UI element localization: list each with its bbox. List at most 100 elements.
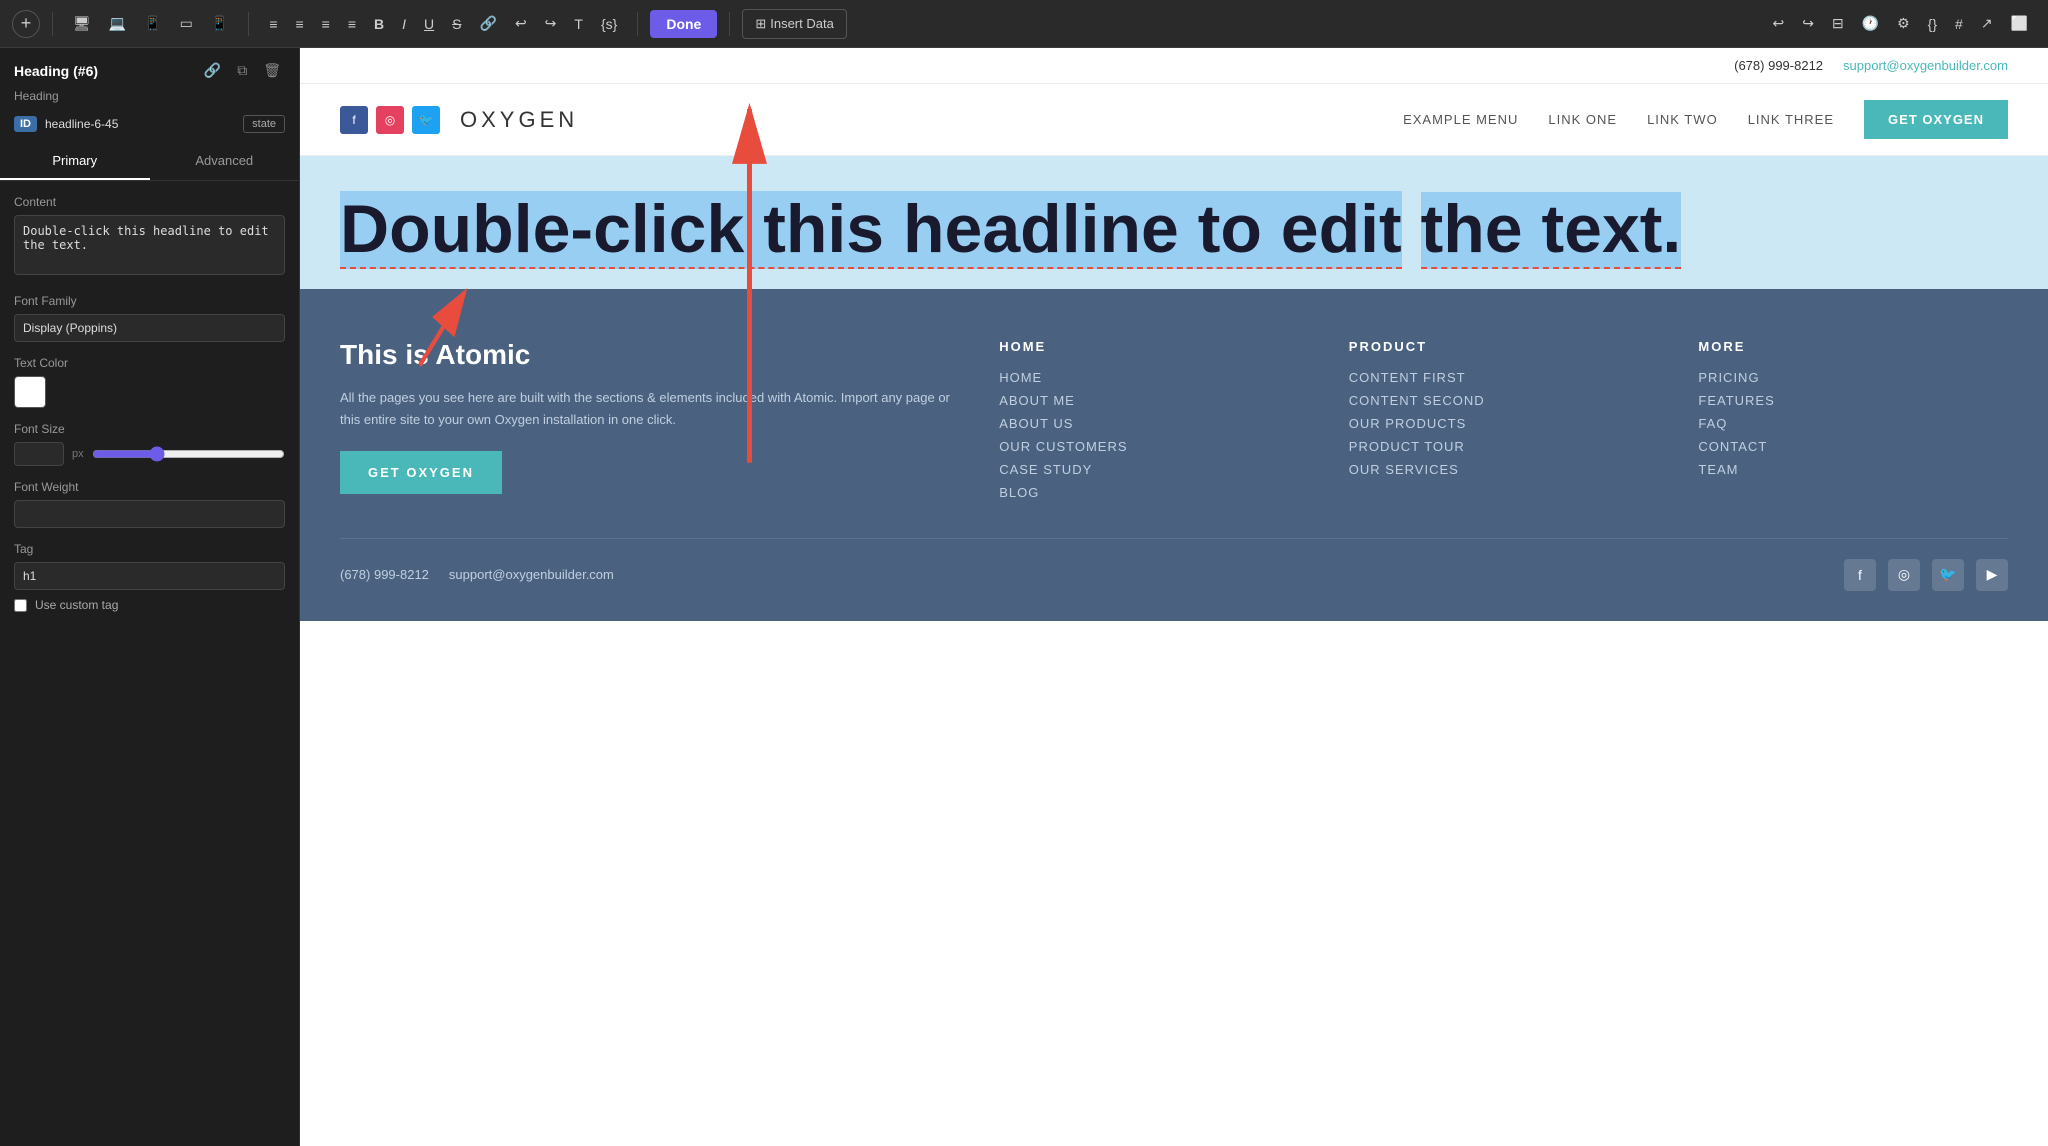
font-family-label: Font Family — [14, 294, 285, 308]
font-weight-label: Font Weight — [14, 480, 285, 494]
font-family-select[interactable]: Display (Poppins) — [14, 314, 285, 342]
footer-home-link-4[interactable]: OUR CUSTOMERS — [999, 439, 1309, 454]
nav-cta-button[interactable]: GET OXYGEN — [1864, 100, 2008, 139]
mobile-view-button[interactable]: 📱 — [203, 9, 236, 38]
link-icon[interactable]: 🔗 — [200, 58, 225, 83]
settings-button[interactable]: ⚙ — [1889, 9, 1918, 38]
underline-button[interactable]: U — [416, 10, 442, 38]
footer-product-link-1[interactable]: CONTENT FIRST — [1349, 370, 1659, 385]
footer-twitter-icon[interactable]: 🐦 — [1932, 559, 1964, 591]
footer-home-link-3[interactable]: ABOUT US — [999, 416, 1309, 431]
panel-content: Content Double-click this headline to ed… — [0, 181, 299, 1146]
instagram-nav-icon[interactable]: ◎ — [376, 106, 404, 134]
clock-button[interactable]: 🕐 — [1854, 9, 1887, 38]
panel-title: Heading (#6) — [14, 63, 98, 79]
align-left-button[interactable]: ≡ — [261, 10, 285, 38]
tag-label: Tag — [14, 542, 285, 556]
topbar-email: support@oxygenbuilder.com — [1843, 58, 2008, 73]
footer-more-link-5[interactable]: TEAM — [1698, 462, 2008, 477]
text-color-swatch[interactable] — [14, 376, 46, 408]
footer-home-link-2[interactable]: ABOUT ME — [999, 393, 1309, 408]
website-preview: (678) 999-8212 support@oxygenbuilder.com… — [300, 48, 2048, 1146]
facebook-nav-icon[interactable]: f — [340, 106, 368, 134]
hero-heading[interactable]: Double-click this headline to edit the t… — [340, 186, 2008, 269]
footer-grid: This is Atomic All the pages you see her… — [340, 339, 2008, 508]
footer-home-link-1[interactable]: HOME — [999, 370, 1309, 385]
footer-col-more-title: MORE — [1698, 339, 2008, 354]
tablet-landscape-button[interactable]: ▭ — [172, 9, 201, 38]
align-center-button[interactable]: ≡ — [288, 10, 312, 38]
grid-button[interactable]: # — [1947, 10, 1971, 38]
footer-product-link-3[interactable]: OUR PRODUCTS — [1349, 416, 1659, 431]
footer-home-col: HOME HOME ABOUT ME ABOUT US OUR CUSTOMER… — [999, 339, 1309, 508]
bold-button[interactable]: B — [366, 10, 392, 38]
align-right-button[interactable]: ≡ — [314, 10, 338, 38]
redo-button[interactable]: ↪ — [537, 9, 565, 38]
italic-button[interactable]: I — [394, 10, 414, 38]
font-weight-select[interactable] — [14, 500, 285, 528]
custom-tag-checkbox[interactable] — [14, 599, 27, 612]
font-size-slider[interactable] — [92, 446, 285, 462]
footer-product-link-4[interactable]: PRODUCT TOUR — [1349, 439, 1659, 454]
laptop-view-button[interactable]: 💻 — [101, 9, 134, 38]
done-button[interactable]: Done — [650, 10, 717, 38]
footer-youtube-icon[interactable]: ▶ — [1976, 559, 2008, 591]
site-footer: This is Atomic All the pages you see her… — [300, 289, 2048, 621]
font-size-input[interactable] — [14, 442, 64, 466]
nav-link-4[interactable]: LINK THREE — [1748, 112, 1834, 127]
nav-link-1[interactable]: EXAMPLE MENU — [1403, 112, 1518, 127]
id-value: headline-6-45 — [45, 117, 235, 131]
strikethrough-button[interactable]: S — [444, 10, 469, 38]
tab-primary[interactable]: Primary — [0, 143, 150, 180]
footer-instagram-icon[interactable]: ◎ — [1888, 559, 1920, 591]
align-justify-button[interactable]: ≡ — [340, 10, 364, 38]
custom-tag-row: Use custom tag — [14, 598, 285, 612]
export-button[interactable]: ↗ — [1973, 9, 2001, 38]
desktop-view-button[interactable]: 🖥 — [65, 9, 99, 38]
footer-facebook-icon[interactable]: f — [1844, 559, 1876, 591]
code-button[interactable]: {} — [1920, 10, 1945, 38]
top-toolbar: + 🖥 💻 📱 ▭ 📱 ≡ ≡ ≡ ≡ B I U S 🔗 ↩ ↪ T {s} … — [0, 0, 2048, 48]
content-label: Content — [14, 195, 285, 209]
canvas-area: (678) 999-8212 support@oxygenbuilder.com… — [300, 48, 2048, 1146]
footer-brand-col: This is Atomic All the pages you see her… — [340, 339, 959, 508]
footer-product-link-2[interactable]: CONTENT SECOND — [1349, 393, 1659, 408]
add-element-button[interactable]: + — [12, 10, 40, 38]
footer-product-link-5[interactable]: OUR SERVICES — [1349, 462, 1659, 477]
footer-more-link-1[interactable]: PRICING — [1698, 370, 2008, 385]
structure-button[interactable]: ⊟ — [1824, 9, 1852, 38]
footer-home-link-6[interactable]: BLOG — [999, 485, 1309, 500]
state-button[interactable]: state — [243, 115, 285, 133]
footer-more-link-4[interactable]: CONTACT — [1698, 439, 2008, 454]
undo-button[interactable]: ↩ — [507, 9, 535, 38]
nav-link-3[interactable]: LINK TWO — [1647, 112, 1718, 127]
footer-bottom-email: support@oxygenbuilder.com — [449, 567, 614, 582]
link-button[interactable]: 🔗 — [472, 9, 505, 38]
twitter-nav-icon[interactable]: 🐦 — [412, 106, 440, 134]
footer-more-link-2[interactable]: FEATURES — [1698, 393, 2008, 408]
nav-link-2[interactable]: LINK ONE — [1548, 112, 1617, 127]
copy-icon[interactable]: ⧉ — [233, 58, 251, 83]
footer-cta-button[interactable]: GET OXYGEN — [340, 451, 502, 494]
shortcode-button[interactable]: {s} — [593, 10, 625, 38]
font-size-row: px — [14, 442, 285, 466]
device-group: 🖥 💻 📱 ▭ 📱 — [65, 9, 236, 38]
tag-select[interactable]: h1 — [14, 562, 285, 590]
expand-button[interactable]: ⬜ — [2003, 9, 2036, 38]
hero-heading-line2: the text. — [1421, 192, 1682, 269]
redo-right-button[interactable]: ↪ — [1794, 9, 1822, 38]
footer-home-link-5[interactable]: CASE STUDY — [999, 462, 1309, 477]
insert-data-label: Insert Data — [770, 16, 834, 31]
insert-data-button[interactable]: ⊞ Insert Data — [742, 9, 847, 39]
tablet-view-button[interactable]: 📱 — [136, 9, 169, 38]
delete-icon[interactable]: 🗑 — [259, 58, 285, 83]
hero-heading-line1: Double-click this headline to edit — [340, 191, 1402, 269]
site-logo: OXYGEN — [460, 107, 578, 133]
text-type-button[interactable]: T — [566, 10, 591, 38]
px-label: px — [72, 448, 84, 460]
footer-more-link-3[interactable]: FAQ — [1698, 416, 2008, 431]
content-textarea[interactable]: Double-click this headline to edit the t… — [14, 215, 285, 275]
tab-advanced[interactable]: Advanced — [150, 143, 300, 180]
footer-brand-desc: All the pages you see here are built wit… — [340, 387, 959, 431]
undo-right-button[interactable]: ↩ — [1764, 9, 1792, 38]
